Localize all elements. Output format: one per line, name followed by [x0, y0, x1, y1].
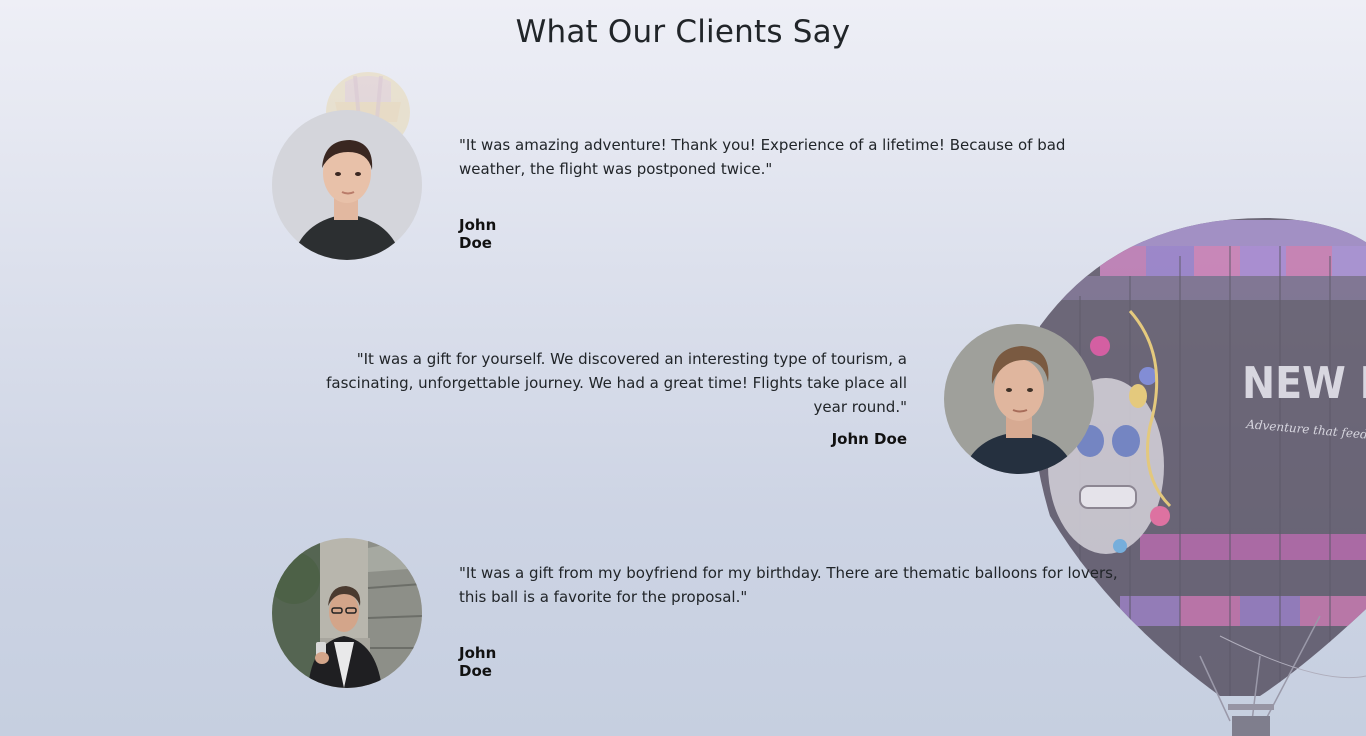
testimonial-author: John Doe	[459, 644, 497, 680]
testimonial-author: John Doe	[831, 430, 907, 448]
client-avatar	[944, 324, 1094, 474]
balloon-subtext: Adventure that feeds t	[1245, 417, 1366, 443]
testimonial-author: John Doe	[459, 216, 497, 252]
section-title: What Our Clients Say	[515, 14, 851, 50]
client-avatar	[272, 110, 422, 260]
client-avatar	[272, 538, 422, 688]
testimonial-quote: "It was amazing adventure! Thank you! Ex…	[459, 136, 1066, 178]
balloon-large-background-image: NEW MEX Adventure that feeds t	[1032, 217, 1366, 736]
client-photo-icon	[272, 110, 422, 260]
client-photo-icon	[944, 324, 1094, 474]
testimonial-quote: "It was a gift for yourself. We discover…	[326, 350, 907, 416]
balloon-text: NEW MEX	[1242, 358, 1366, 409]
testimonial-quote: "It was a gift from my boyfriend for my …	[459, 564, 1118, 606]
client-photo-icon	[272, 538, 422, 688]
